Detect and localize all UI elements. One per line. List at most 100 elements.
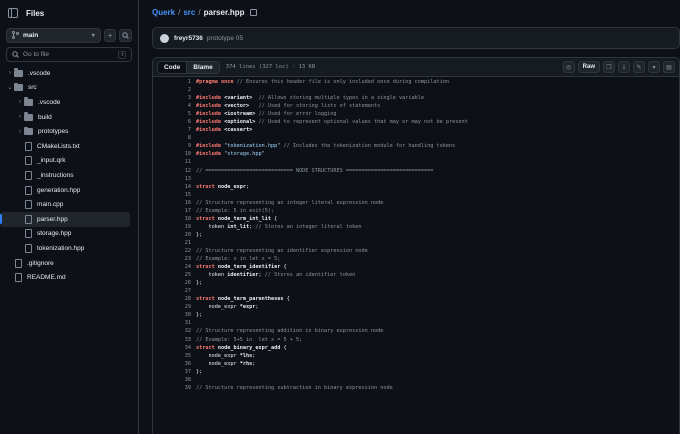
tree-item[interactable]: › .vscode	[0, 95, 138, 110]
go-to-file-input[interactable]: Go to file t	[6, 47, 132, 62]
tree-item[interactable]: _instructions	[0, 168, 138, 183]
line-text: node_expr *rhs;	[196, 361, 255, 367]
commit-message[interactable]: prototype 05	[207, 35, 243, 42]
copy-path-icon[interactable]	[249, 9, 257, 16]
code-token: // Example: x in let x = 5;	[196, 256, 281, 263]
line-number[interactable]: 16	[153, 200, 191, 206]
folder-icon	[14, 82, 23, 92]
line-number[interactable]: 3	[153, 95, 191, 101]
line-number[interactable]: 30	[153, 312, 191, 318]
line-number[interactable]: 39	[153, 385, 191, 391]
line-number[interactable]: 31	[153, 320, 191, 326]
code-token: "storage.hpp"	[224, 151, 265, 158]
copilot-button[interactable]: ◎	[562, 61, 575, 73]
branch-selector[interactable]: main ▾	[6, 27, 101, 43]
chevron-right-icon[interactable]: ›	[16, 129, 24, 135]
line-number[interactable]: 26	[153, 280, 191, 286]
line-number[interactable]: 15	[153, 192, 191, 198]
commit-author[interactable]: freyr5736	[174, 35, 203, 42]
line-number[interactable]: 8	[153, 135, 191, 141]
line-number[interactable]: 7	[153, 127, 191, 133]
edit-button[interactable]: ✎	[633, 61, 645, 73]
breadcrumb: Querk / src / parser.hpp	[152, 8, 257, 17]
file-actions: ◎ Raw ❐ ⤓ ✎ ▾ ▤	[560, 61, 679, 73]
line-number[interactable]: 10	[153, 151, 191, 157]
file-icon	[25, 185, 32, 195]
breadcrumb-repo-link[interactable]: Querk	[152, 8, 175, 17]
tree-item[interactable]: storage.hpp	[0, 227, 138, 242]
line-number[interactable]: 21	[153, 240, 191, 246]
code-line: 15	[153, 191, 679, 199]
code-line: 2	[153, 86, 679, 94]
tree-item[interactable]: tokenization.hpp	[0, 241, 138, 256]
line-number[interactable]: 12	[153, 168, 191, 174]
tree-item[interactable]: parser.hpp	[0, 211, 130, 227]
chevron-right-icon[interactable]: ›	[16, 99, 24, 105]
tree-item[interactable]: CMakeLists.txt	[0, 139, 138, 154]
tree-item[interactable]: › build	[0, 110, 138, 125]
tab-code[interactable]: Code	[158, 61, 188, 73]
line-text: #include <vector> // Used for storing li…	[196, 103, 380, 109]
line-number[interactable]: 22	[153, 248, 191, 254]
tree-item[interactable]: ⌄ src	[0, 81, 138, 96]
line-number[interactable]: 32	[153, 328, 191, 334]
line-number[interactable]: 17	[153, 208, 191, 214]
add-file-button[interactable]: +	[103, 28, 117, 42]
tree-item[interactable]: › .vscode	[0, 66, 138, 81]
copy-raw-button[interactable]: ❐	[603, 61, 615, 73]
line-number[interactable]: 11	[153, 159, 191, 165]
tab-blame[interactable]: Blame	[187, 61, 219, 73]
line-number[interactable]: 14	[153, 184, 191, 190]
sidebar-toggle-icon[interactable]	[8, 8, 18, 18]
tree-item[interactable]: _input.qrk	[0, 154, 138, 169]
search-button[interactable]	[119, 28, 132, 42]
line-number[interactable]: 24	[153, 264, 191, 270]
line-number[interactable]: 18	[153, 216, 191, 222]
line-number[interactable]: 37	[153, 369, 191, 375]
code-line: 32 // Structure representing addition in …	[153, 327, 679, 335]
line-number[interactable]: 20	[153, 232, 191, 238]
line-number[interactable]: 25	[153, 272, 191, 278]
line-number[interactable]: 38	[153, 377, 191, 383]
line-number[interactable]: 36	[153, 361, 191, 367]
chevron-right-icon[interactable]: ›	[6, 70, 14, 76]
line-number[interactable]: 4	[153, 103, 191, 109]
line-text: #include "tokenization.hpp" // Includes …	[196, 143, 455, 149]
code-token: node_expr	[196, 304, 240, 311]
breadcrumb-dir-link[interactable]: src	[183, 8, 195, 17]
raw-button[interactable]: Raw	[577, 61, 600, 73]
line-number[interactable]: 29	[153, 304, 191, 310]
code-token: // Example: 5+5 in let x = 5 + 5;	[196, 336, 303, 343]
line-number[interactable]: 13	[153, 176, 191, 182]
chevron-down-icon[interactable]: ⌄	[6, 84, 14, 91]
line-number[interactable]: 9	[153, 143, 191, 149]
line-number[interactable]: 27	[153, 288, 191, 294]
tree-item[interactable]: main.cpp	[0, 197, 138, 212]
line-number[interactable]: 23	[153, 256, 191, 262]
line-text: node_expr *lhs;	[196, 353, 255, 359]
line-number[interactable]: 5	[153, 111, 191, 117]
line-number[interactable]: 19	[153, 224, 191, 230]
more-edit-options-button[interactable]: ▾	[648, 61, 660, 73]
tree-item[interactable]: › prototypes	[0, 124, 138, 139]
line-number[interactable]: 34	[153, 345, 191, 351]
tree-item[interactable]: README.md	[0, 270, 138, 285]
line-number[interactable]: 35	[153, 353, 191, 359]
code-token: // Structure representing addition in bi…	[196, 328, 384, 335]
line-number[interactable]: 2	[153, 87, 191, 93]
code-token: <vector>	[224, 103, 250, 110]
code-token: struct	[196, 183, 218, 190]
tree-item[interactable]: generation.hpp	[0, 183, 138, 198]
code-token: <cassert>	[224, 127, 253, 134]
download-button[interactable]: ⤓	[618, 61, 630, 73]
code-token: // Stores an identifier token	[264, 272, 356, 279]
line-number[interactable]: 1	[153, 79, 191, 85]
line-number[interactable]: 28	[153, 296, 191, 302]
line-number[interactable]: 6	[153, 119, 191, 125]
tree-item-label: .vscode	[38, 98, 61, 106]
tree-item[interactable]: .gitignore	[0, 256, 138, 271]
avatar[interactable]	[160, 33, 169, 43]
symbols-panel-button[interactable]: ▤	[663, 61, 675, 73]
line-number[interactable]: 33	[153, 337, 191, 343]
chevron-right-icon[interactable]: ›	[16, 114, 24, 120]
